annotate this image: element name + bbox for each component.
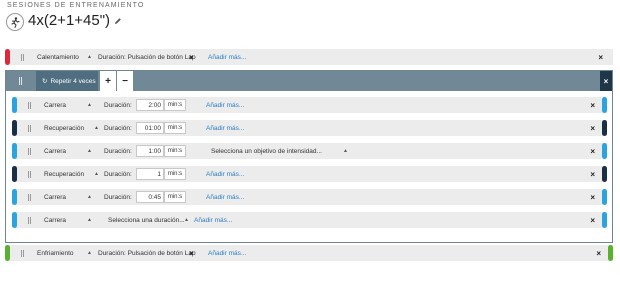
step-row[interactable]: Carrera ▲ Duración: 1:00 min:s Seleccion…	[12, 143, 607, 159]
delete-step-icon[interactable]: ×	[598, 53, 603, 62]
step-type-select[interactable]: Carrera	[44, 194, 66, 201]
step-color-cap	[602, 143, 607, 159]
remove-duration-icon[interactable]: ×	[189, 53, 194, 62]
drag-handle-icon[interactable]	[21, 249, 24, 257]
drag-handle-icon[interactable]	[28, 216, 31, 224]
drag-handle-icon[interactable]	[28, 147, 31, 155]
step-color-cap	[602, 120, 607, 136]
duration-unit: min:s	[164, 191, 186, 203]
refresh-icon: ↻	[42, 78, 48, 85]
remove-repeat-button[interactable]: −	[117, 71, 133, 91]
add-repeat-button[interactable]: +	[100, 71, 116, 91]
duration-input[interactable]: 1	[136, 168, 164, 180]
cooldown-step[interactable]: Enfriamiento ▲ Duración: Pulsación de bo…	[5, 245, 613, 261]
add-more-link[interactable]: Añadir más...	[206, 171, 244, 178]
duration-input[interactable]: 01:00	[136, 122, 164, 134]
chevron-updown-icon[interactable]: ▲	[87, 54, 92, 60]
running-icon	[6, 13, 24, 31]
step-color-cap	[602, 166, 607, 182]
add-more-link[interactable]: Añadir más...	[208, 54, 246, 61]
drag-handle-icon[interactable]	[21, 53, 24, 61]
chevron-updown-icon[interactable]: ▲	[184, 217, 189, 223]
delete-step-icon[interactable]: ×	[596, 249, 601, 258]
delete-step-icon[interactable]: ×	[590, 193, 595, 202]
delete-step-icon[interactable]: ×	[590, 170, 595, 179]
pencil-icon[interactable]	[114, 17, 122, 25]
repeat-header: ↻ Repetir 4 veces + − ×	[6, 71, 612, 91]
step-color-cap	[12, 120, 17, 136]
duration-input[interactable]: 1:00	[136, 145, 164, 157]
delete-step-icon[interactable]: ×	[590, 124, 595, 133]
drag-handle-icon[interactable]	[19, 77, 22, 85]
step-type-select[interactable]: Carrera	[44, 217, 66, 224]
duration-label: Duración:	[104, 147, 132, 155]
step-color-cap	[602, 212, 607, 228]
duration-input[interactable]: 2:00	[136, 99, 164, 111]
duration-label: Duración:	[104, 170, 132, 178]
step-color-cap	[12, 97, 17, 113]
step-type-select[interactable]: Calentamiento	[37, 54, 79, 61]
workout-title[interactable]: 4x(2+1+45")	[28, 12, 122, 29]
duration-type-select[interactable]: Selecciona una duración...	[108, 217, 185, 224]
drag-handle-icon[interactable]	[28, 124, 31, 132]
delete-repeat-button[interactable]: ×	[600, 71, 612, 91]
chevron-updown-icon[interactable]: ▲	[94, 125, 99, 131]
chevron-updown-icon[interactable]: ▲	[87, 102, 92, 108]
step-row[interactable]: Carrera ▲ Duración: 0:45 min:s Añadir má…	[12, 189, 607, 205]
add-more-link[interactable]: Añadir más...	[206, 194, 244, 201]
step-type-select[interactable]: Recuperación	[44, 171, 84, 178]
step-row[interactable]: Carrera ▲ Selecciona una duración... ▲ A…	[12, 212, 607, 228]
repeat-count-button[interactable]: ↻ Repetir 4 veces	[36, 71, 98, 91]
step-color-cap	[602, 189, 607, 205]
drag-handle-icon[interactable]	[28, 170, 31, 178]
chevron-updown-icon[interactable]: ▲	[343, 148, 348, 154]
delete-step-icon[interactable]: ×	[590, 147, 595, 156]
cooldown-color-cap	[608, 245, 613, 261]
workout-title-text: 4x(2+1+45")	[28, 12, 111, 29]
step-color-cap	[12, 212, 17, 228]
warmup-step[interactable]: Calentamiento ▲ Duración: Pulsación de b…	[5, 49, 613, 65]
duration-label: Duración: Pulsación de botón Lap	[98, 53, 196, 61]
intensity-target-select[interactable]: Selecciona un objetivo de intensidad...	[211, 148, 322, 155]
step-type-select[interactable]: Carrera	[44, 148, 66, 155]
chevron-updown-icon[interactable]: ▲	[94, 171, 99, 177]
chevron-updown-icon[interactable]: ▲	[87, 217, 92, 223]
add-more-link[interactable]: Añadir más...	[206, 102, 244, 109]
add-more-link[interactable]: Añadir más...	[208, 250, 246, 257]
section-label: SESIONES DE ENTRENAMIENTO	[7, 2, 145, 9]
duration-input[interactable]: 0:45	[136, 191, 164, 203]
duration-label: Duración:	[104, 124, 132, 132]
duration-unit: min:s	[164, 168, 186, 180]
step-type-select[interactable]: Carrera	[44, 102, 66, 109]
step-type-select[interactable]: Enfriamiento	[37, 250, 74, 257]
step-color-cap	[602, 97, 607, 113]
drag-handle-icon[interactable]	[28, 193, 31, 201]
add-more-link[interactable]: Añadir más...	[206, 125, 244, 132]
step-row[interactable]: Carrera ▲ Duración: 2:00 min:s Añadir má…	[12, 97, 607, 113]
duration-unit: min:s	[164, 145, 186, 157]
duration-unit: min:s	[164, 122, 186, 134]
cooldown-color-cap	[5, 245, 10, 261]
step-color-cap	[12, 143, 17, 159]
repeat-label: Repetir 4 veces	[50, 77, 96, 85]
step-color-cap	[12, 166, 17, 182]
step-color-cap	[12, 189, 17, 205]
add-more-link[interactable]: Añadir más...	[194, 217, 232, 224]
drag-handle-icon[interactable]	[28, 101, 31, 109]
duration-label: Duración:	[104, 193, 132, 201]
remove-duration-icon[interactable]: ×	[189, 249, 194, 258]
chevron-updown-icon[interactable]: ▲	[87, 250, 92, 256]
step-type-select[interactable]: Recuperación	[44, 125, 84, 132]
delete-step-icon[interactable]: ×	[590, 101, 595, 110]
chevron-updown-icon[interactable]: ▲	[87, 194, 92, 200]
step-row[interactable]: Recuperación ▲ Duración: 01:00 min:s Aña…	[12, 120, 607, 136]
duration-label: Duración:	[104, 101, 132, 109]
delete-step-icon[interactable]: ×	[590, 216, 595, 225]
step-row[interactable]: Recuperación ▲ Duración: 1 min:s Añadir …	[12, 166, 607, 182]
duration-unit: min:s	[164, 99, 186, 111]
chevron-updown-icon[interactable]: ▲	[87, 148, 92, 154]
duration-label: Duración: Pulsación de botón Lap	[98, 249, 196, 257]
warmup-color-cap	[5, 49, 10, 65]
